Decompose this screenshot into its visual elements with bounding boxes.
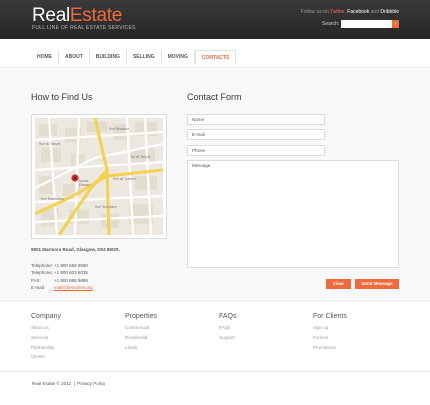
footer-column-title: Properties [125,313,157,320]
footer-link[interactable]: Lands [125,343,157,353]
find-us-title: How to Find Us [31,92,93,102]
footer-column-title: Company [31,313,61,320]
footer-links [0,300,430,370]
footer-link[interactable]: Support [219,333,237,343]
svg-text:Rue du Temple: Rue du Temple [39,142,61,146]
svg-text:Rue de Turenne: Rue de Turenne [113,177,136,181]
footer-link[interactable]: Services [31,333,61,343]
message-field[interactable]: Message [187,160,399,268]
footer-link[interactable]: Forums [313,333,347,343]
svg-text:Rue Rambuteau: Rue Rambuteau [41,197,64,201]
footer-link[interactable]: Clients [31,352,61,362]
footer-link[interactable]: Promotions [313,343,347,353]
fax-row: FAX: +1 800 889 9898 [31,277,88,283]
footer-column-company: Company About us Services Partnership Cl… [31,313,61,362]
social-follow: Follow us on Twitter, Facebook and Dribb… [300,9,399,15]
twitter-link[interactable]: Twitter [330,9,344,15]
email-link[interactable]: mail@demolink.org [54,285,93,290]
svg-text:Picasso: Picasso [79,183,90,187]
svg-text:Bd du Temple: Bd du Temple [131,155,151,159]
dribbble-link[interactable]: Dribbble [380,9,399,15]
footer-column-properties: Properties Commercial Residential Lands [125,313,157,352]
footer-link[interactable]: Sign up [313,323,347,333]
footer-bottom [0,371,430,405]
footer-link[interactable]: Partnership [31,343,61,353]
copyright-text: Real Estate © 2012 | Privacy Policy [32,381,106,386]
name-field[interactable]: Name [187,114,325,125]
svg-text:Rue Réaumur: Rue Réaumur [109,127,130,131]
contact-form-title: Contact Form [187,92,242,102]
site-logo[interactable]: RealEstate [32,5,122,27]
phone-field[interactable]: Phone [187,145,325,156]
contact-details: Telephone:+1 800 559 6580 Telephone:+1 8… [31,262,93,292]
footer-link[interactable]: Commercial [125,323,157,333]
email-field[interactable]: E-mail [187,129,325,140]
footer-column-faqs: FAQs FAQs Support [219,313,237,343]
privacy-policy-link[interactable]: Privacy Policy [77,381,105,386]
search-label: Search: [322,21,340,27]
nav-item-building[interactable]: BUILDING [90,50,127,64]
main-nav: HOME ABOUT BUILDING SELLING MOVING CONTA… [31,50,237,64]
telephone-row: Telephone:+1 800 559 6580 [31,263,88,268]
email-row: E-mail: mail@demolink.org [31,285,93,291]
search-input[interactable] [341,20,392,28]
footer-link[interactable]: Residential [125,333,157,343]
address-text: 8901 Marmora Road, Glasgow, D04 89GR. [31,247,120,252]
nav-item-moving[interactable]: MOVING [162,50,195,64]
footer-column-title: FAQs [219,313,237,320]
footer-column-for-clients: For Clients Sign up Forums Promotions [313,313,347,352]
site-header: RealEstate FULL LINE OF REAL ESTATE SERV… [0,0,430,39]
nav-item-home[interactable]: HOME [31,50,59,64]
send-message-button[interactable]: Send Message [355,279,399,289]
site-tagline: FULL LINE OF REAL ESTATE SERVICES [32,25,136,31]
nav-item-about[interactable]: ABOUT [59,50,90,64]
nav-item-contacts[interactable]: CONTACTS [194,50,237,64]
map-image: Rue du Temple Rue Réaumur Musée Picasso … [35,118,163,235]
search-button[interactable]: › [392,20,399,28]
facebook-link[interactable]: Facebook [347,9,369,15]
telephone2-row: Telephone:+1 800 603 6035 [31,270,88,276]
svg-text:Rue St-Antoine: Rue St-Antoine [95,205,117,209]
footer-link[interactable]: FAQs [219,323,237,333]
clear-button[interactable]: Clear [326,279,351,289]
location-map[interactable]: Rue du Temple Rue Réaumur Musée Picasso … [31,114,167,239]
nav-item-selling[interactable]: SELLING [127,50,162,64]
footer-link[interactable]: About us [31,323,61,333]
footer-column-title: For Clients [313,313,347,320]
